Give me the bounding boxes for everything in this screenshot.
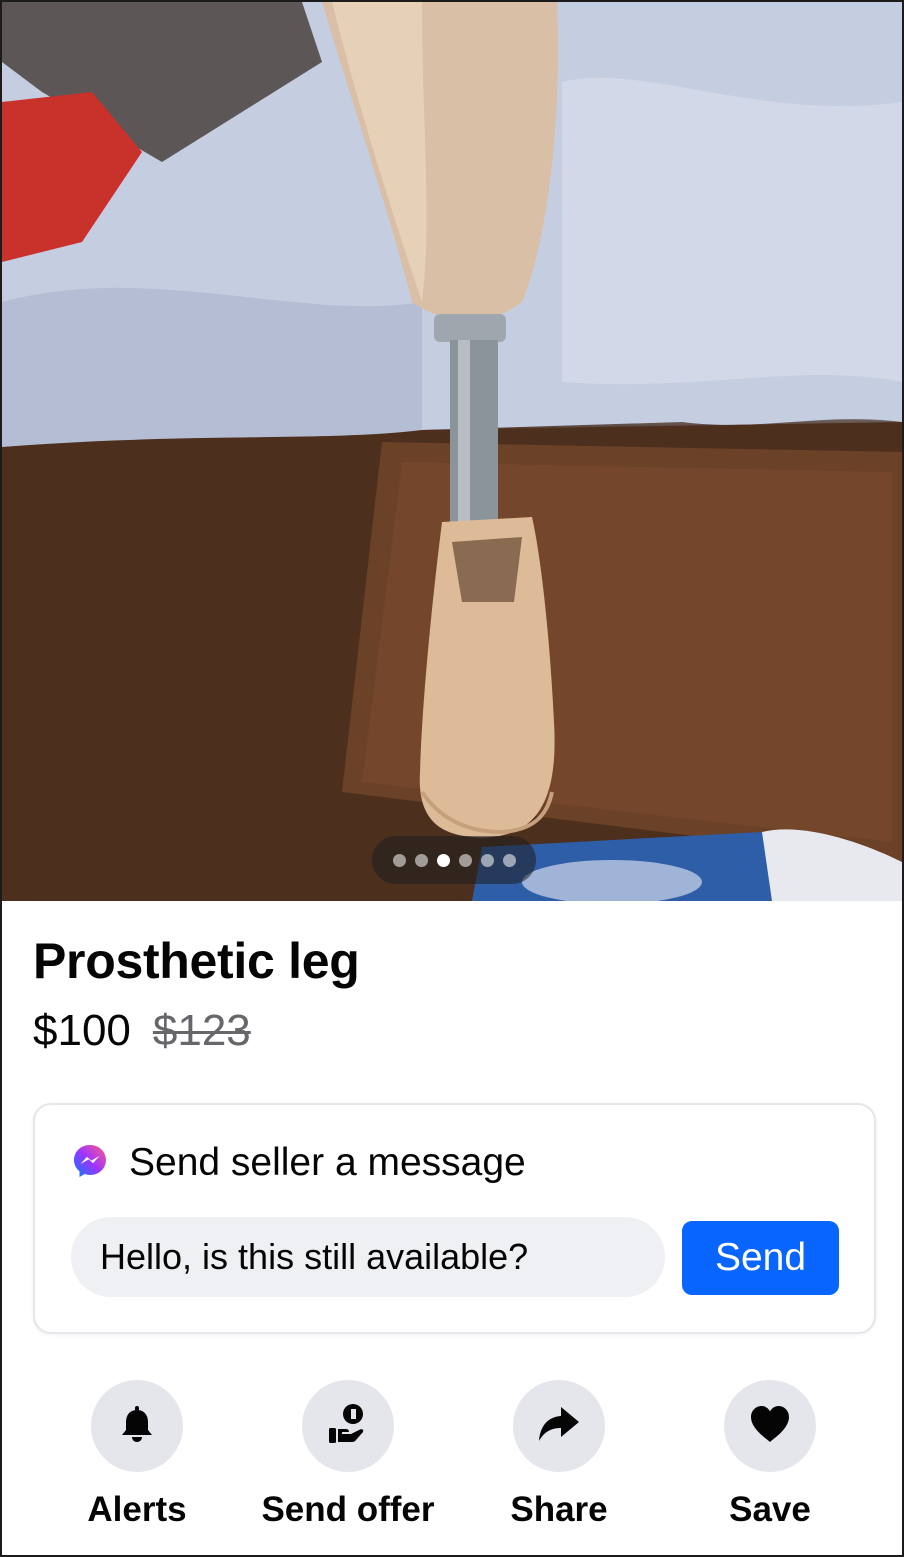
pagination-dot[interactable] — [480, 853, 494, 867]
photo-pagination-dots[interactable] — [372, 836, 536, 884]
send-offer-action[interactable]: Send offer — [248, 1380, 448, 1530]
alerts-button[interactable] — [91, 1380, 183, 1472]
marketplace-listing-screen: Prosthetic leg $100 $123 Send seller a m… — [0, 0, 904, 1557]
original-price: $123 — [152, 1006, 251, 1055]
pagination-dot[interactable] — [502, 853, 516, 867]
message-card-header: Send seller a message — [71, 1141, 526, 1185]
send-offer-button[interactable] — [302, 1380, 394, 1472]
listing-actions-bar: Alerts Send offer Share Save — [2, 1380, 902, 1550]
listing-title: Prosthetic leg — [33, 933, 360, 989]
pagination-dot[interactable] — [392, 853, 406, 867]
offer-hand-icon — [326, 1402, 370, 1451]
share-label: Share — [510, 1490, 608, 1529]
pagination-dot[interactable] — [414, 853, 428, 867]
share-button[interactable] — [513, 1380, 605, 1472]
pagination-dot[interactable] — [458, 853, 472, 867]
save-label: Save — [729, 1490, 811, 1529]
pagination-dot-active[interactable] — [436, 853, 450, 867]
save-button[interactable] — [724, 1380, 816, 1472]
share-arrow-icon — [537, 1404, 581, 1449]
message-card-heading: Send seller a message — [129, 1141, 526, 1184]
bell-icon — [120, 1405, 154, 1448]
listing-photo-illustration — [2, 2, 902, 901]
message-seller-card: Send seller a message Send — [33, 1103, 876, 1334]
save-action[interactable]: Save — [670, 1380, 870, 1530]
heart-icon — [748, 1404, 792, 1449]
current-price: $100 — [33, 1006, 131, 1055]
send-button[interactable]: Send — [682, 1221, 839, 1295]
share-action[interactable]: Share — [459, 1380, 659, 1530]
listing-photo[interactable] — [2, 2, 902, 901]
messenger-icon — [71, 1142, 109, 1185]
price-row: $100 $123 — [33, 1006, 251, 1056]
alerts-label: Alerts — [87, 1490, 187, 1529]
alerts-action[interactable]: Alerts — [37, 1380, 237, 1530]
message-input[interactable] — [71, 1217, 665, 1297]
send-offer-label: Send offer — [261, 1490, 435, 1529]
